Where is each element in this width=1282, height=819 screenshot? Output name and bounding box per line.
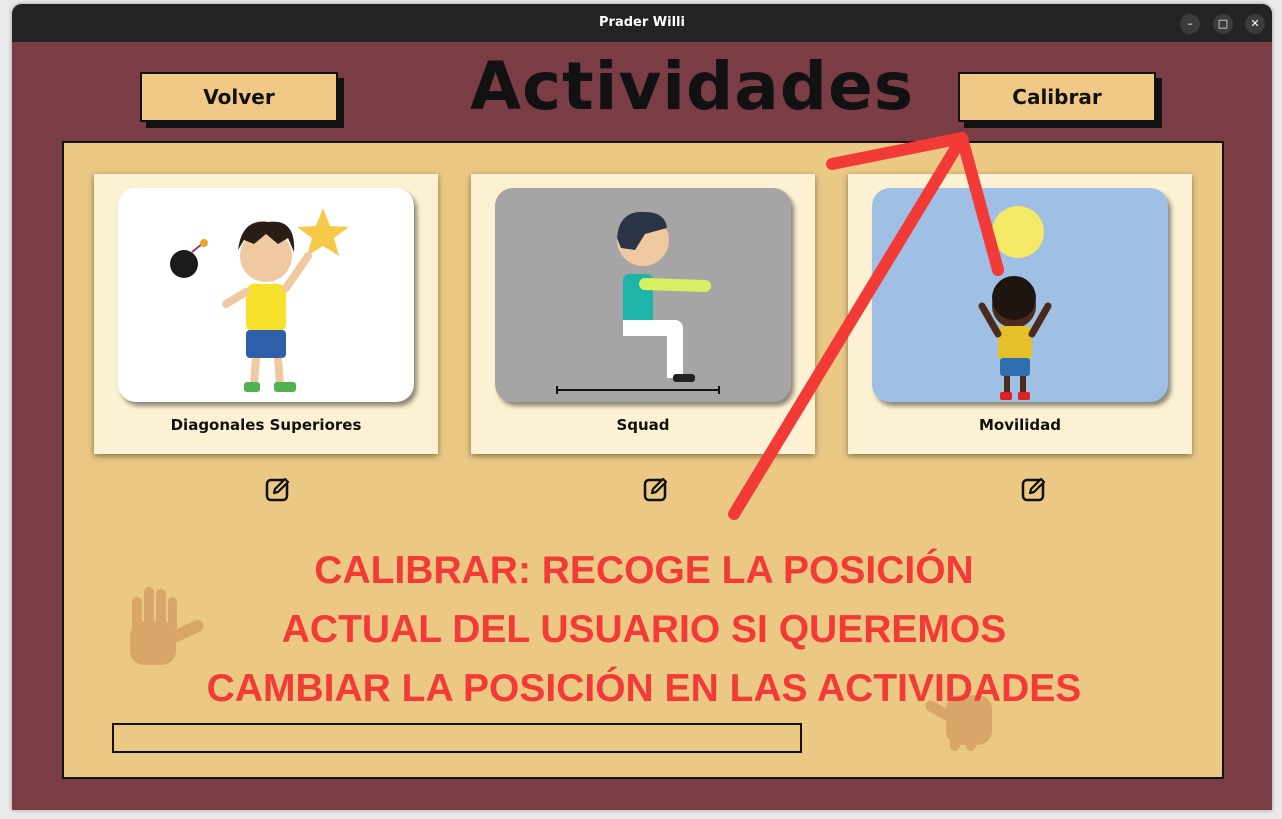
activity-label: Squad <box>616 416 670 434</box>
edit-icon[interactable] <box>1021 476 1047 502</box>
boy-sun-illustration <box>978 206 1052 400</box>
annotation-line: ACTUAL DEL USUARIO SI QUEREMOS <box>281 608 1007 651</box>
annotation-line: CALIBRAR: RECOGE LA POSICIÓN <box>314 549 974 592</box>
edit-icon[interactable] <box>265 476 291 502</box>
squat-illustration <box>556 211 720 394</box>
window-title: Prader Willi <box>599 15 685 30</box>
minimize-button[interactable]: – <box>1180 14 1200 34</box>
progress-bar <box>112 723 802 753</box>
activities-panel: Diagonales Superiores Squad Movilidad CA… <box>62 141 1224 779</box>
calibrate-button[interactable]: Calibrar <box>958 72 1156 122</box>
boy-star-illustration <box>170 208 349 392</box>
activity-image-movilidad <box>872 188 1168 402</box>
activity-card-diagonales[interactable]: Diagonales Superiores <box>94 174 438 454</box>
calibration-explanation: CALIBRAR: RECOGE LA POSICIÓN ACTUAL DEL … <box>164 541 1124 718</box>
title-bar: Prader Willi – □ ✕ <box>12 4 1272 42</box>
activity-card-movilidad[interactable]: Movilidad <box>848 174 1192 454</box>
annotation-line: CAMBIAR LA POSICIÓN EN LAS ACTIVIDADES <box>206 667 1082 710</box>
activity-label: Diagonales Superiores <box>170 416 362 434</box>
page-title: Actividades <box>469 48 915 125</box>
maximize-button[interactable]: □ <box>1213 14 1233 34</box>
activity-label: Movilidad <box>978 416 1062 434</box>
back-button[interactable]: Volver <box>140 72 338 122</box>
activity-image-diagonales <box>118 188 414 402</box>
activity-image-squad <box>495 188 791 402</box>
app-window: Prader Willi – □ ✕ Volver Actividades Ca… <box>12 4 1272 810</box>
edit-icon[interactable] <box>643 476 669 502</box>
close-button[interactable]: ✕ <box>1245 14 1265 34</box>
activity-card-squad[interactable]: Squad <box>471 174 815 454</box>
